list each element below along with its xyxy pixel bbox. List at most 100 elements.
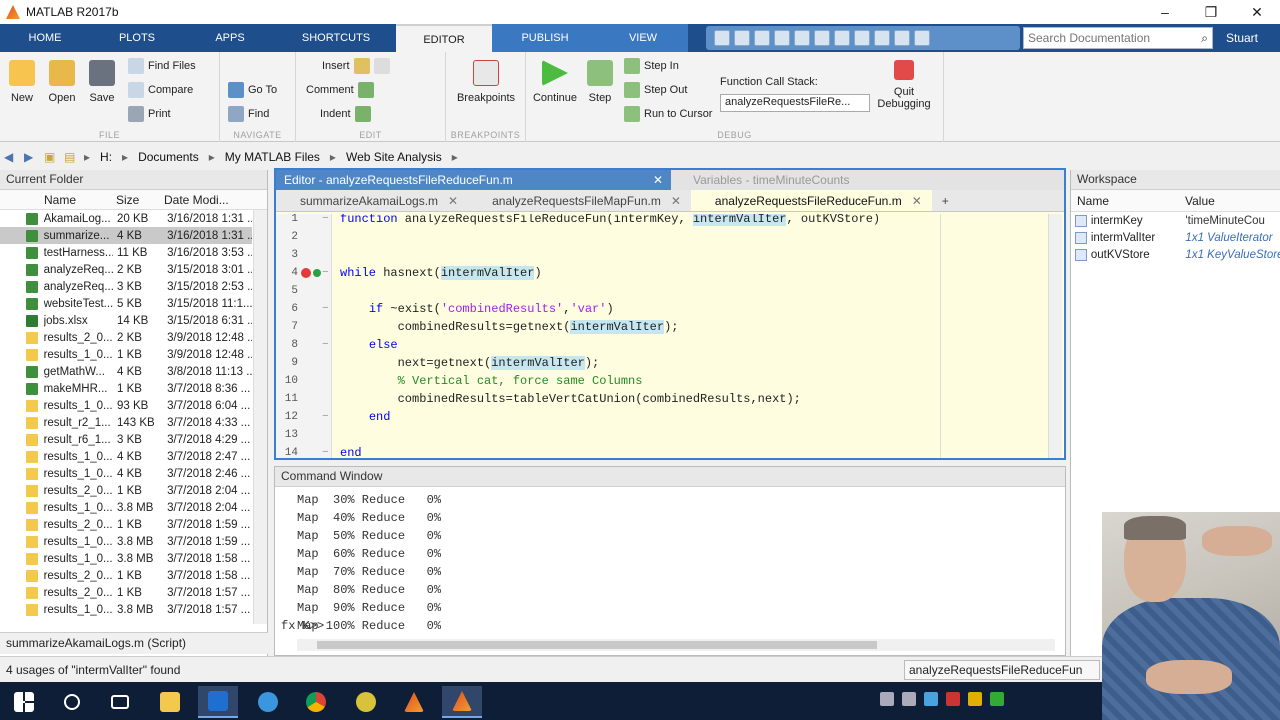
tab-editor[interactable]: EDITOR: [396, 24, 492, 52]
file-row[interactable]: results_1_0... 3.8 MB 3/7/2018 1:57 ...: [0, 601, 252, 618]
chevron-up-icon[interactable]: [902, 692, 916, 706]
code-line[interactable]: 12 − end: [276, 408, 1036, 426]
fold-icon[interactable]: −: [322, 264, 329, 282]
code-line[interactable]: 5: [276, 282, 1036, 300]
file-row[interactable]: analyzeReq... 2 KB 3/15/2018 3:01 ...: [0, 261, 252, 278]
line-number[interactable]: 2: [282, 228, 298, 246]
file-row[interactable]: analyzeReq... 3 KB 3/15/2018 2:53 ...: [0, 278, 252, 295]
variable-row[interactable]: intermValIter 1x1 ValueIterator: [1071, 229, 1280, 246]
close-tab-icon[interactable]: ✕: [912, 194, 922, 208]
file-row[interactable]: results_2_0... 2 KB 3/9/2018 12:48 ...: [0, 329, 252, 346]
code-line[interactable]: 14 − end: [276, 444, 1036, 458]
new-button[interactable]: New: [6, 60, 38, 104]
tab-apps[interactable]: APPS: [184, 24, 276, 52]
code-line[interactable]: 9 next=getnext(intermValIter);: [276, 354, 1036, 372]
tab-plots[interactable]: PLOTS: [90, 24, 184, 52]
insert-button[interactable]: Insert: [322, 58, 390, 74]
compare-button[interactable]: Compare: [128, 82, 193, 98]
tray-app-icon[interactable]: [990, 692, 1004, 706]
close-icon[interactable]: ✕: [653, 173, 663, 187]
file-row[interactable]: AkamaiLog... 20 KB 3/16/2018 1:31 ...: [0, 210, 252, 227]
variable-row[interactable]: outKVStore 1x1 KeyValueStore: [1071, 246, 1280, 263]
tab-map-fun[interactable]: analyzeRequestsFileMapFun.m ✕: [468, 190, 691, 211]
file-row[interactable]: results_1_0... 4 KB 3/7/2018 2:46 ...: [0, 465, 252, 482]
tab-shortcuts[interactable]: SHORTCUTS: [276, 24, 396, 52]
code-area[interactable]: 1− function analyzeRequestsFileReduceFun(…: [276, 214, 1036, 458]
file-list-scrollbar[interactable]: [253, 210, 267, 624]
column-date[interactable]: Date Modi...: [160, 193, 250, 207]
minimize-icon[interactable]: –: [1142, 0, 1188, 24]
file-explorer-button[interactable]: [150, 686, 190, 718]
line-number[interactable]: 4: [282, 264, 298, 282]
tab-home[interactable]: HOME: [0, 24, 90, 52]
code-line[interactable]: 3: [276, 246, 1036, 264]
goto-button[interactable]: Go To: [228, 82, 277, 98]
paste-icon[interactable]: [794, 30, 810, 46]
app-button[interactable]: [346, 686, 386, 718]
fold-icon[interactable]: −: [322, 408, 329, 426]
breakpoints-button[interactable]: Breakpoints: [454, 60, 518, 104]
fold-icon[interactable]: −: [322, 444, 329, 458]
column-value[interactable]: Value: [1185, 194, 1275, 208]
line-number[interactable]: 13: [282, 426, 298, 444]
people-icon[interactable]: [880, 692, 894, 706]
code-line[interactable]: 1 − function analyzeRequestsFileReduceFun(…: [276, 214, 1036, 228]
outlook-button[interactable]: [198, 686, 238, 718]
file-row[interactable]: result_r6_1... 3 KB 3/7/2018 4:29 ...: [0, 431, 252, 448]
matlab-active-button[interactable]: [442, 686, 482, 718]
close-tab-icon[interactable]: ✕: [448, 194, 458, 208]
code-line[interactable]: 8 − else: [276, 336, 1036, 354]
file-row[interactable]: websiteTest... 5 KB 3/15/2018 11:1...: [0, 295, 252, 312]
run-to-cursor-button[interactable]: Run to Cursor: [624, 106, 712, 122]
step-out-button[interactable]: Step Out: [624, 82, 687, 98]
tray-app-icon[interactable]: [968, 692, 982, 706]
line-number[interactable]: 1: [282, 214, 298, 228]
tab-view[interactable]: VIEW: [598, 24, 688, 52]
tab-summarize[interactable]: summarizeAkamaiLogs.m ✕: [276, 190, 468, 211]
close-tab-icon[interactable]: ✕: [671, 194, 681, 208]
file-row[interactable]: makeMHR... 1 KB 3/7/2018 8:36 ...: [0, 380, 252, 397]
code-line[interactable]: 11 combinedResults=tableVertCatUnion(com…: [276, 390, 1036, 408]
up-folder-icon[interactable]: ▣: [44, 150, 58, 164]
cortana-button[interactable]: [52, 686, 92, 718]
breadcrumb-my-matlab-files[interactable]: My MATLAB Files: [225, 150, 320, 164]
restore-icon[interactable]: ❐: [1188, 0, 1234, 24]
matlab-icon[interactable]: [714, 30, 730, 46]
command-hscrollbar[interactable]: [297, 639, 1055, 651]
line-number[interactable]: 11: [282, 390, 298, 408]
line-number[interactable]: 7: [282, 318, 298, 336]
file-row[interactable]: results_1_0... 4 KB 3/7/2018 2:47 ...: [0, 448, 252, 465]
print-button[interactable]: Print: [128, 106, 171, 122]
line-number[interactable]: 12: [282, 408, 298, 426]
code-line[interactable]: 13: [276, 426, 1036, 444]
breadcrumb-documents[interactable]: Documents: [138, 150, 199, 164]
quit-debugging-button[interactable]: Quit Debugging: [874, 60, 934, 110]
dropdown-icon[interactable]: [914, 30, 930, 46]
save-icon[interactable]: [734, 30, 750, 46]
back-icon[interactable]: ◀: [4, 150, 18, 164]
file-row[interactable]: results_1_0... 3.8 MB 3/7/2018 1:58 ...: [0, 550, 252, 567]
start-button[interactable]: [4, 686, 44, 718]
call-stack-select[interactable]: analyzeRequestsFileRe...: [720, 94, 870, 112]
variables-title[interactable]: Variables - timeMinuteCounts: [671, 170, 1064, 190]
save-button[interactable]: Save: [86, 60, 118, 104]
indent-button[interactable]: Indent: [320, 106, 371, 122]
search-icon[interactable]: ⌕: [1201, 31, 1208, 46]
line-number[interactable]: 9: [282, 354, 298, 372]
column-name[interactable]: Name: [40, 193, 112, 207]
line-number[interactable]: 6: [282, 300, 298, 318]
code-line[interactable]: 6 − if ~exist('combinedResults','var'): [276, 300, 1036, 318]
file-row[interactable]: summarize... 4 KB 3/16/2018 1:31 ...: [0, 227, 252, 244]
copy-icon[interactable]: [774, 30, 790, 46]
search-input[interactable]: [1028, 31, 1202, 45]
file-row[interactable]: getMathW... 4 KB 3/8/2018 11:13 ...: [0, 363, 252, 380]
file-row[interactable]: results_1_0... 93 KB 3/7/2018 6:04 ...: [0, 397, 252, 414]
fold-icon[interactable]: −: [322, 336, 329, 354]
file-row[interactable]: results_2_0... 1 KB 3/7/2018 2:04 ...: [0, 482, 252, 499]
column-size[interactable]: Size: [112, 193, 160, 207]
task-view-button[interactable]: [100, 686, 140, 718]
open-button[interactable]: Open: [46, 60, 78, 104]
scrollbar-thumb[interactable]: [317, 641, 877, 649]
file-row[interactable]: results_2_0... 1 KB 3/7/2018 1:58 ...: [0, 567, 252, 584]
breakpoint-icon[interactable]: [301, 268, 311, 278]
